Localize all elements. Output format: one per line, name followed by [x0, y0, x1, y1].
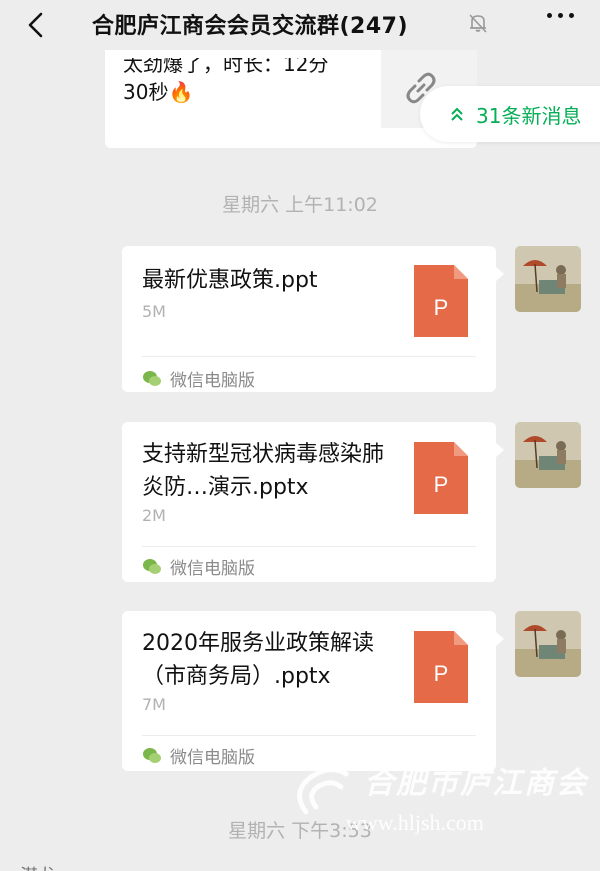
- source-label: 微信电脑版: [170, 748, 255, 768]
- chat-header: 合肥庐江商会会员交流群(247): [0, 0, 600, 50]
- avatar-image: [515, 611, 581, 677]
- file-message[interactable]: 最新优惠政策.ppt 5M P 微信电脑版: [122, 246, 504, 392]
- avatar-image: [515, 246, 581, 312]
- avatar-image: [515, 422, 581, 488]
- file-size: 7M: [142, 695, 166, 714]
- divider: [142, 546, 476, 547]
- more-dots-icon[interactable]: [547, 13, 574, 18]
- partial-next-message: 潜龙: [20, 862, 56, 871]
- ppt-letter: P: [434, 472, 449, 497]
- avatar[interactable]: [515, 611, 581, 677]
- ppt-letter: P: [434, 661, 449, 686]
- chat-title: 合肥庐江商会会员交流群(247): [92, 14, 409, 39]
- wechat-icon: [143, 370, 161, 386]
- wechat-icon: [143, 558, 161, 574]
- double-chevron-up-icon: [451, 107, 463, 121]
- watermark-url: www.hljsh.com: [346, 810, 484, 835]
- wechat-icon: [143, 747, 161, 763]
- file-name: 2020年服务业政策解读（市商务局）.pptx: [142, 631, 374, 689]
- ppt-file-icon: P: [414, 442, 468, 514]
- timestamp: 星期六 上午11:02: [222, 194, 378, 216]
- file-size: 2M: [142, 506, 166, 525]
- file-message[interactable]: 2020年服务业政策解读（市商务局）.pptx 7M P 微信电脑版: [122, 611, 504, 771]
- watermark-text: 合肥市庐江商会: [364, 766, 588, 801]
- file-name: 支持新型冠状病毒感染肺炎防…演示.pptx: [142, 442, 385, 500]
- ppt-file-icon: P: [414, 631, 468, 703]
- previous-link-message[interactable]: 太劲爆了，时长：12分 30秒🔥: [105, 40, 477, 148]
- divider: [142, 735, 476, 736]
- new-messages-pill[interactable]: 31条新消息: [420, 86, 600, 142]
- previous-message-line1: 太劲爆了，时长：12分: [123, 52, 329, 76]
- source-row: 微信电脑版: [142, 554, 255, 579]
- ppt-file-icon: P: [414, 265, 468, 337]
- new-messages-label: 31条新消息: [476, 104, 582, 128]
- source-label: 微信电脑版: [170, 371, 255, 391]
- back-arrow-icon[interactable]: [22, 10, 52, 40]
- avatar[interactable]: [515, 422, 581, 488]
- file-name: 最新优惠政策.ppt: [142, 268, 318, 293]
- source-row: 微信电脑版: [142, 743, 255, 768]
- divider: [142, 356, 476, 357]
- ppt-letter: P: [434, 295, 449, 320]
- avatar[interactable]: [515, 246, 581, 312]
- previous-message-line2: 30秒🔥: [123, 80, 194, 104]
- bell-off-icon: [469, 14, 487, 33]
- source-label: 微信电脑版: [170, 559, 255, 579]
- watermark: 合肥市庐江商会 www.hljsh.com: [286, 752, 586, 842]
- source-row: 微信电脑版: [142, 366, 255, 391]
- file-size: 5M: [142, 302, 166, 321]
- file-message[interactable]: 支持新型冠状病毒感染肺炎防…演示.pptx 2M P 微信电脑版: [122, 422, 504, 582]
